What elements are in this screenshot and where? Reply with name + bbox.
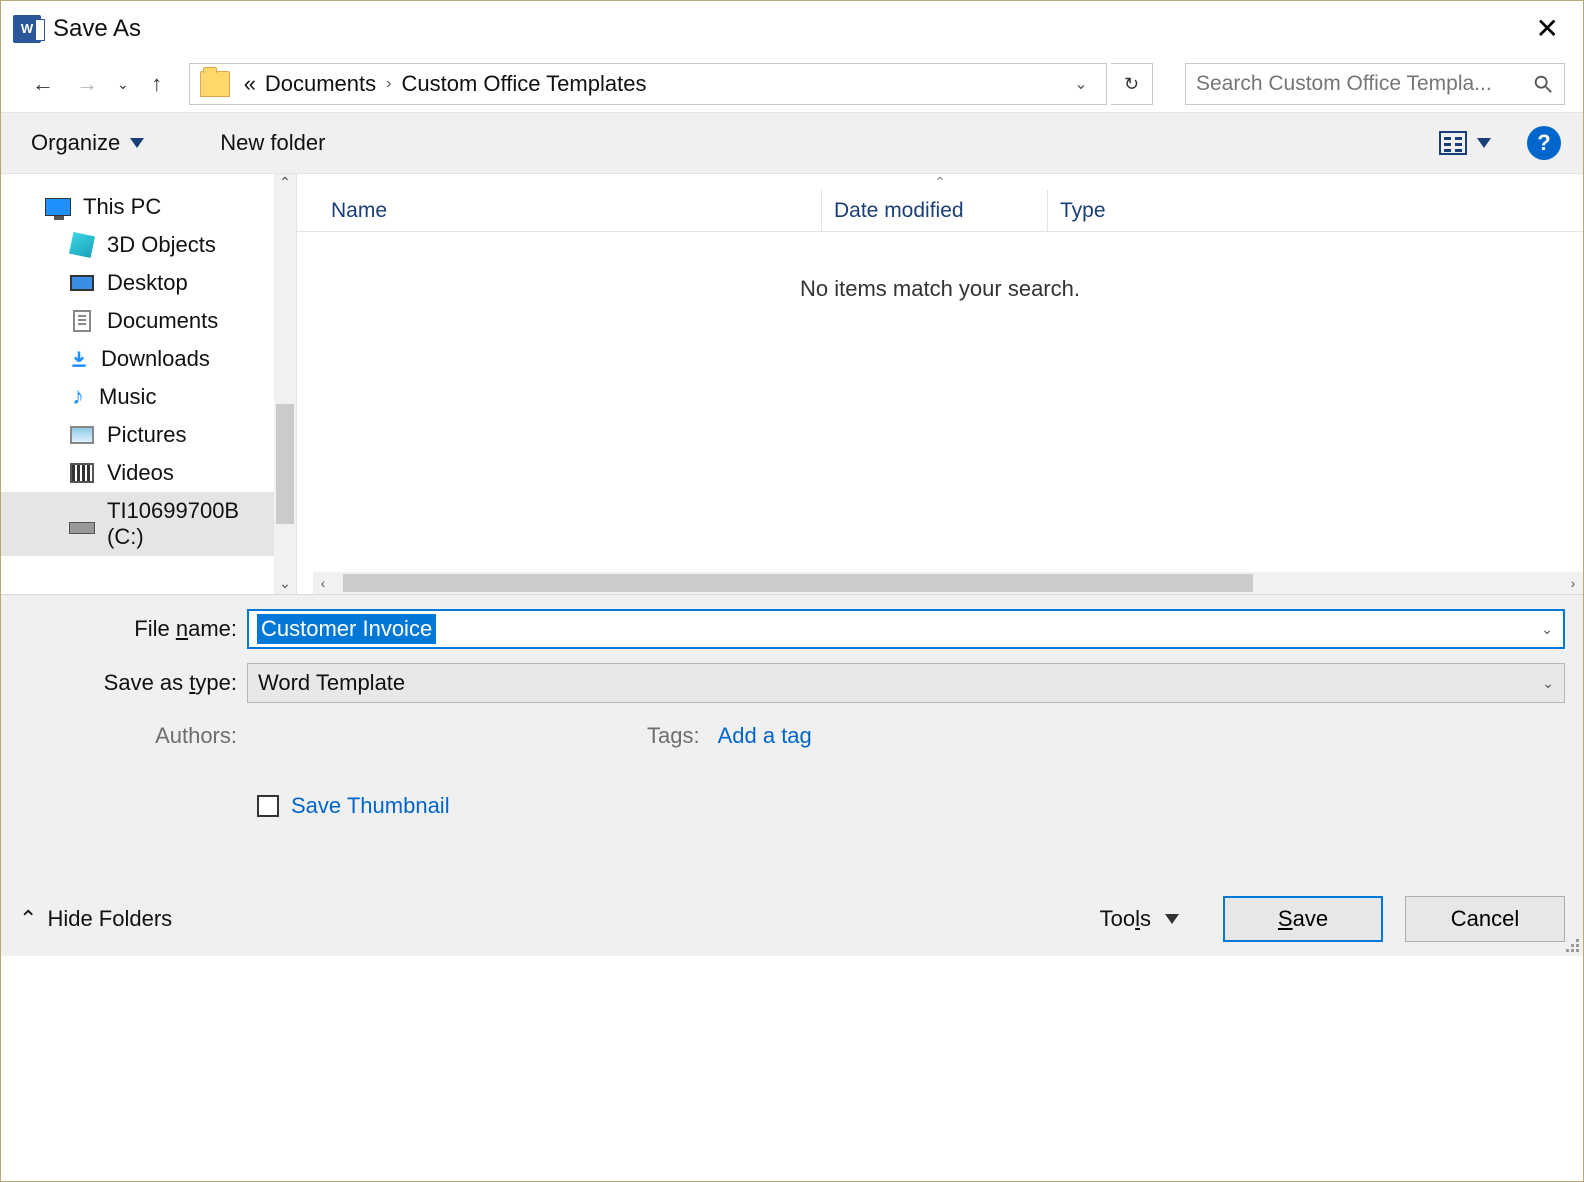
search-icon: [1532, 73, 1554, 95]
tree-music[interactable]: ♪Music: [1, 378, 296, 416]
monitor-icon: [45, 198, 71, 216]
refresh-button[interactable]: ↻: [1111, 63, 1153, 105]
scroll-thumb[interactable]: [343, 574, 1253, 592]
cancel-button[interactable]: Cancel: [1405, 896, 1565, 942]
view-mode-button[interactable]: [1433, 127, 1497, 159]
tree-drive-c[interactable]: TI10699700B (C:) ⌄: [1, 492, 296, 556]
column-splitter-icon[interactable]: ⌃: [297, 174, 1583, 190]
chevron-down-icon: [1477, 138, 1491, 148]
breadcrumb-prefix: «: [244, 71, 256, 97]
column-type[interactable]: Type: [1047, 190, 1583, 231]
forward-button[interactable]: →: [67, 64, 107, 104]
filename-label: File name:: [19, 616, 247, 642]
bottom-panel: File name: Customer Invoice ⌄ Save as ty…: [1, 594, 1583, 956]
savetype-select[interactable]: Word Template ⌄: [247, 663, 1565, 703]
download-icon: [69, 349, 89, 369]
tree-scrollbar[interactable]: ⌃ ⌄: [274, 174, 296, 594]
filename-input[interactable]: Customer Invoice ⌄: [247, 609, 1565, 649]
tree-desktop[interactable]: Desktop: [1, 264, 296, 302]
hide-folders-button[interactable]: ⌃ Hide Folders: [19, 906, 172, 932]
tree-documents[interactable]: Documents: [1, 302, 296, 340]
back-button[interactable]: ←: [23, 64, 63, 104]
breadcrumb-current[interactable]: Custom Office Templates: [401, 71, 646, 97]
horizontal-scrollbar[interactable]: ‹ ›: [313, 572, 1583, 594]
column-name[interactable]: Name: [331, 199, 821, 223]
tools-button[interactable]: Tools: [1100, 906, 1179, 932]
drive-icon: [69, 522, 95, 534]
help-button[interactable]: ?: [1527, 126, 1561, 160]
tree-this-pc[interactable]: This PC: [1, 188, 296, 226]
title-bar: W Save As ✕: [1, 1, 1583, 56]
save-thumbnail-checkbox[interactable]: [257, 795, 279, 817]
word-icon: W: [13, 15, 41, 43]
savetype-label: Save as type:: [19, 670, 247, 696]
new-folder-button[interactable]: New folder: [212, 126, 333, 160]
tree-pictures[interactable]: Pictures: [1, 416, 296, 454]
scroll-right-icon[interactable]: ›: [1563, 575, 1583, 591]
desktop-icon: [70, 275, 94, 291]
folder-icon: [200, 71, 230, 97]
cube-icon: [69, 232, 95, 258]
column-headers: Name Date modified Type: [297, 190, 1583, 232]
document-icon: [73, 310, 91, 332]
up-button[interactable]: ↑: [139, 64, 175, 104]
close-button[interactable]: ✕: [1524, 6, 1571, 51]
address-bar[interactable]: « Documents › Custom Office Templates ⌄: [189, 63, 1107, 105]
resize-grip-icon[interactable]: [1563, 936, 1581, 954]
organize-button[interactable]: Organize: [23, 126, 152, 160]
dialog-title: Save As: [53, 15, 141, 43]
footer: ⌃ Hide Folders Tools Save Cancel: [19, 896, 1565, 942]
chevron-down-icon[interactable]: ⌄: [1542, 675, 1554, 692]
view-details-icon: [1439, 131, 1467, 155]
tree-videos[interactable]: Videos: [1, 454, 296, 492]
address-dropdown[interactable]: ⌄: [1066, 74, 1096, 94]
chevron-down-icon: [1165, 914, 1179, 924]
tags-label: Tags:: [647, 723, 718, 749]
scroll-thumb[interactable]: [276, 404, 294, 524]
search-input[interactable]: Search Custom Office Templa...: [1185, 63, 1565, 105]
chevron-up-icon: ⌃: [19, 906, 37, 932]
column-date[interactable]: Date modified: [821, 190, 1047, 231]
history-dropdown[interactable]: ⌄: [111, 76, 135, 93]
authors-label: Authors:: [19, 723, 247, 749]
scroll-left-icon[interactable]: ‹: [313, 575, 333, 591]
nav-bar: ← → ⌄ ↑ « Documents › Custom Office Temp…: [1, 56, 1583, 112]
picture-icon: [70, 426, 94, 444]
breadcrumb-documents[interactable]: Documents: [265, 71, 376, 97]
empty-message: No items match your search.: [297, 276, 1583, 302]
nav-tree[interactable]: This PC 3D Objects Desktop Documents Dow…: [1, 174, 297, 594]
video-icon: [70, 463, 94, 483]
toolbar: Organize New folder ?: [1, 112, 1583, 174]
file-list[interactable]: ⌃ Name Date modified Type No items match…: [297, 174, 1583, 594]
chevron-down-icon[interactable]: ⌄: [1541, 621, 1553, 638]
music-icon: ♪: [69, 385, 87, 409]
scroll-down-icon[interactable]: ⌄: [274, 575, 296, 592]
tags-add[interactable]: Add a tag: [718, 723, 812, 749]
main-area: This PC 3D Objects Desktop Documents Dow…: [1, 174, 1583, 594]
chevron-down-icon: [130, 138, 144, 148]
tree-downloads[interactable]: Downloads: [1, 340, 296, 378]
scroll-up-icon[interactable]: ⌃: [274, 174, 296, 191]
save-button[interactable]: Save: [1223, 896, 1383, 942]
save-thumbnail-label[interactable]: Save Thumbnail: [291, 793, 450, 819]
tree-3d-objects[interactable]: 3D Objects: [1, 226, 296, 264]
chevron-right-icon[interactable]: ›: [376, 75, 401, 93]
